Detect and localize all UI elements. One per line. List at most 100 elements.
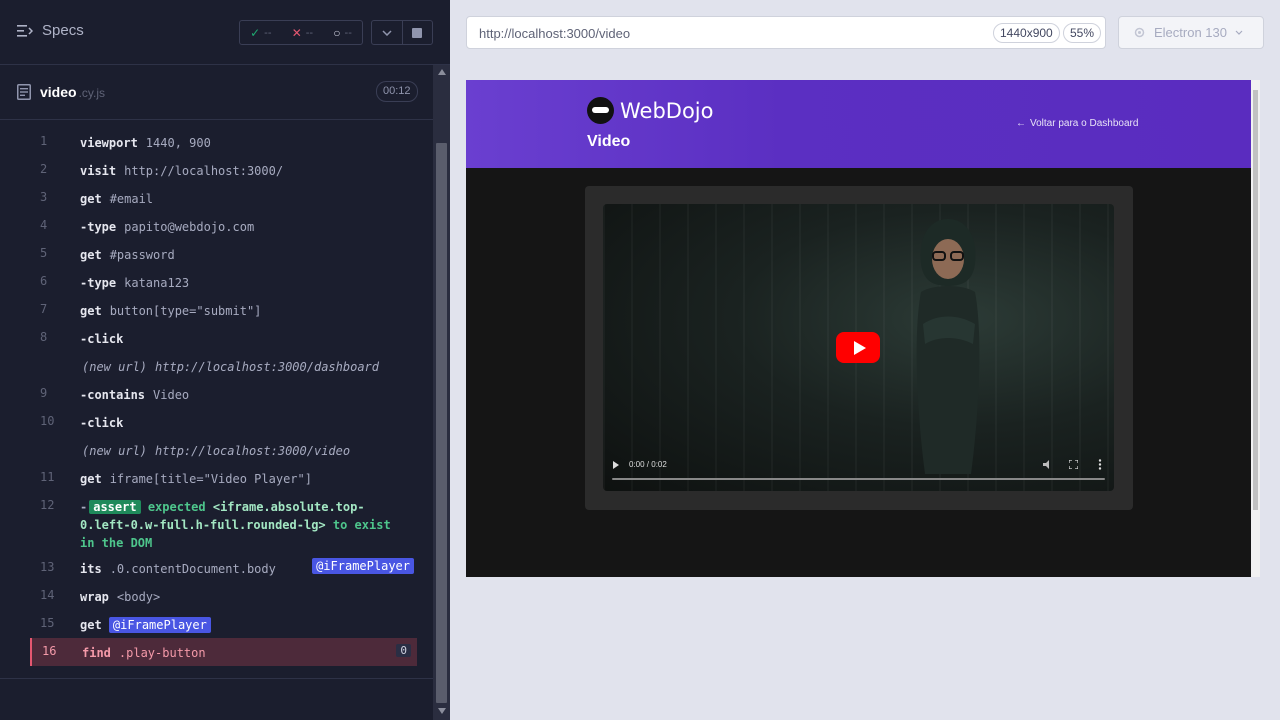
command-name: get bbox=[80, 248, 102, 262]
play-control-icon[interactable] bbox=[613, 461, 619, 469]
event-url: http://localhost:3000/video bbox=[155, 444, 351, 458]
viewport-badge[interactable]: 1440x900 bbox=[993, 23, 1060, 43]
ninja-character-image bbox=[916, 219, 980, 474]
reporter-divider bbox=[0, 678, 433, 679]
command-name: get bbox=[80, 304, 102, 318]
line-number: 8 bbox=[40, 330, 48, 344]
event-name: (new url) bbox=[82, 360, 148, 374]
failed-count: -- bbox=[305, 26, 314, 39]
command-row[interactable]: 15 get @iFramePlayer bbox=[30, 610, 417, 638]
gear-icon bbox=[1134, 27, 1145, 38]
command-name: its bbox=[80, 562, 102, 576]
spec-header: video .cy.js 00:12 bbox=[0, 65, 433, 120]
reporter-scrollbar[interactable] bbox=[433, 65, 450, 720]
command-row[interactable]: 7 get button[type="submit"] bbox=[30, 296, 417, 324]
command-name: viewport bbox=[80, 136, 138, 150]
url-bar[interactable]: http://localhost:3000/video 1440x900 55% bbox=[466, 16, 1106, 49]
command-log: 1 viewport 1440, 900 2 visit http://localh… bbox=[30, 128, 417, 666]
scroll-down-icon[interactable] bbox=[438, 708, 446, 714]
zoom-badge[interactable]: 55% bbox=[1063, 23, 1102, 43]
command-row[interactable]: 13 its .0.contentDocument.body @iFramePla… bbox=[30, 554, 417, 582]
command-name: get bbox=[80, 472, 102, 486]
browser-selector[interactable]: Electron 130 bbox=[1118, 16, 1264, 49]
command-row[interactable]: 4 -type papito@webdojo.com bbox=[30, 212, 417, 240]
command-row[interactable]: 10 -click bbox=[30, 408, 417, 436]
volume-icon[interactable] bbox=[1043, 460, 1053, 469]
arrow-left-icon: ← bbox=[1016, 118, 1026, 129]
youtube-play-button[interactable] bbox=[836, 332, 880, 363]
command-name: get bbox=[80, 192, 102, 206]
specs-button[interactable]: Specs bbox=[17, 22, 84, 39]
new-url-event[interactable]: (new url) http://localhost:3000/video bbox=[30, 436, 417, 464]
stop-button[interactable] bbox=[403, 21, 433, 44]
command-message: papito@webdojo.com bbox=[124, 220, 255, 234]
video-player[interactable]: 0:00 / 0:02 bbox=[603, 204, 1114, 491]
chevron-down-icon bbox=[382, 29, 392, 36]
fullscreen-icon[interactable] bbox=[1069, 460, 1078, 469]
spec-extension: .cy.js bbox=[78, 86, 106, 100]
passed-count: -- bbox=[264, 26, 272, 39]
test-stats: ✓ -- ✕ -- ○ -- bbox=[239, 20, 363, 45]
command-message: katana123 bbox=[124, 276, 190, 290]
url-text: http://localhost:3000/video bbox=[479, 26, 631, 41]
failed-command-row[interactable]: 16 find .play-button 0 bbox=[30, 638, 417, 666]
new-url-event[interactable]: (new url) http://localhost:3000/dashboard bbox=[30, 352, 417, 380]
command-message: #email bbox=[109, 192, 154, 206]
line-number: 11 bbox=[40, 470, 55, 484]
line-number: 10 bbox=[40, 414, 55, 428]
run-controls bbox=[371, 20, 433, 45]
more-options-icon[interactable] bbox=[1098, 459, 1102, 470]
pending-stat: ○ -- bbox=[333, 26, 352, 40]
video-progress-bar[interactable] bbox=[612, 478, 1105, 480]
page-title: Video bbox=[587, 133, 631, 150]
command-message: 1440, 900 bbox=[145, 136, 211, 150]
event-name: (new url) bbox=[82, 444, 148, 458]
command-row[interactable]: 5 get #password bbox=[30, 240, 417, 268]
command-row[interactable]: 6 -type katana123 bbox=[30, 268, 417, 296]
page-header: WebDojo Video ← Voltar para o Dashboard bbox=[466, 80, 1251, 168]
element-count: 0 bbox=[396, 644, 411, 657]
command-row[interactable]: 14 wrap <body> bbox=[30, 582, 417, 610]
line-number: 4 bbox=[40, 218, 48, 232]
browser-name: Electron 130 bbox=[1154, 25, 1227, 40]
command-message: button[type="submit"] bbox=[109, 304, 262, 318]
app-scroll-thumb[interactable] bbox=[1253, 90, 1258, 510]
logo[interactable]: WebDojo bbox=[587, 97, 714, 124]
back-to-dashboard-link[interactable]: ← Voltar para o Dashboard bbox=[1016, 118, 1138, 129]
assert-prefix: expected bbox=[147, 500, 206, 514]
back-link-label: Voltar para o Dashboard bbox=[1030, 118, 1139, 129]
command-name: -contains bbox=[80, 388, 146, 402]
assertion-row[interactable]: 12 - assert expected <iframe.absolute.top… bbox=[30, 492, 417, 554]
command-name: visit bbox=[80, 164, 117, 178]
command-row[interactable]: 1 viewport 1440, 900 bbox=[30, 128, 417, 156]
reporter-topbar: Specs ✓ -- ✕ -- ○ -- bbox=[0, 0, 450, 65]
command-row[interactable]: 8 -click bbox=[30, 324, 417, 352]
expand-button[interactable] bbox=[372, 21, 403, 44]
preview-pane: http://localhost:3000/video 1440x900 55%… bbox=[450, 0, 1280, 720]
chevron-down-icon bbox=[1235, 30, 1243, 35]
command-row[interactable]: 2 visit http://localhost:3000/ bbox=[30, 156, 417, 184]
document-icon bbox=[17, 84, 31, 100]
command-row[interactable]: 3 get #email bbox=[30, 184, 417, 212]
spec-filename[interactable]: video .cy.js bbox=[40, 84, 105, 100]
logo-text: WebDojo bbox=[620, 98, 714, 123]
line-number: 3 bbox=[40, 190, 48, 204]
failed-stat: ✕ -- bbox=[292, 26, 313, 40]
scroll-up-icon[interactable] bbox=[438, 69, 446, 75]
command-row[interactable]: 11 get iframe[title="Video Player"] bbox=[30, 464, 417, 492]
command-message: iframe[title="Video Player"] bbox=[109, 472, 312, 486]
stop-icon bbox=[412, 27, 423, 38]
spec-duration: 00:12 bbox=[376, 81, 418, 102]
alias-badge: @iFramePlayer bbox=[108, 617, 211, 633]
command-row[interactable]: 9 -contains Video bbox=[30, 380, 417, 408]
app-scrollbar[interactable] bbox=[1251, 80, 1260, 577]
command-message: http://localhost:3000/ bbox=[124, 164, 284, 178]
line-number: 9 bbox=[40, 386, 48, 400]
video-card: 0:00 / 0:02 bbox=[585, 186, 1133, 510]
spinner-icon: ○ bbox=[333, 25, 341, 40]
command-name: -type bbox=[80, 220, 117, 234]
specs-list-icon bbox=[17, 24, 33, 37]
command-message: Video bbox=[153, 388, 190, 402]
line-number: 2 bbox=[40, 162, 48, 176]
scroll-thumb[interactable] bbox=[436, 143, 447, 703]
